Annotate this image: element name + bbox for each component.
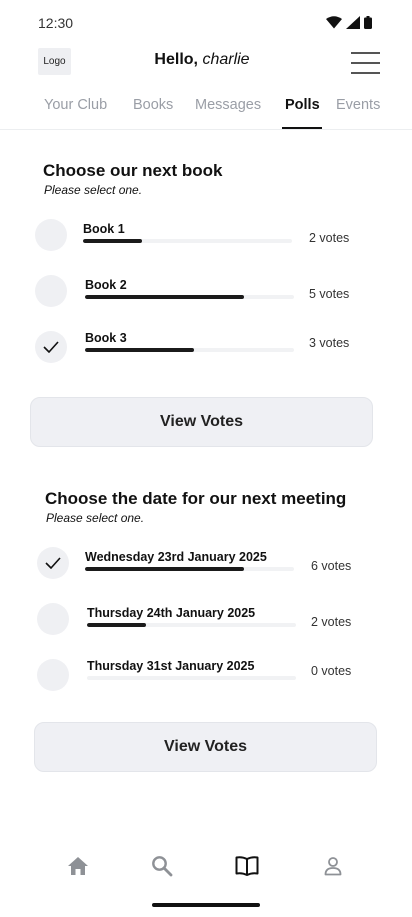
status-bar: 12:30 (0, 0, 412, 46)
nav-home[interactable] (65, 853, 91, 879)
vote-progress-bar (87, 676, 296, 680)
nav-profile[interactable] (320, 853, 346, 879)
option-label: Wednesday 23rd January 2025 (85, 550, 267, 564)
poll-title: Choose the date for our next meeting (45, 489, 347, 508)
status-icons (326, 16, 372, 29)
poll-subtitle: Please select one. (44, 183, 143, 197)
status-time: 12:30 (38, 15, 74, 31)
vote-count: 5 votes (309, 287, 350, 301)
tab-books[interactable]: Books (133, 97, 173, 113)
vote-progress-fill (85, 295, 244, 299)
vote-progress-bar (83, 239, 292, 243)
option-radio[interactable] (37, 659, 69, 691)
home-indicator (152, 903, 260, 907)
book-open-icon (235, 856, 259, 876)
option-label: Book 1 (83, 222, 125, 236)
checkmark-icon (45, 557, 61, 569)
user-icon (324, 857, 342, 876)
vote-count: 0 votes (311, 664, 352, 678)
poll-subtitle: Please select one. (46, 511, 145, 525)
option-label: Book 3 (85, 331, 127, 345)
bottom-nav (0, 848, 412, 884)
vote-progress-fill (85, 567, 244, 571)
tab-polls[interactable]: Polls (285, 97, 320, 113)
nav-search[interactable] (149, 853, 175, 879)
vote-progress-bar (85, 348, 294, 352)
option-radio[interactable] (37, 603, 69, 635)
app-header: Logo Hello, charlie (0, 46, 412, 80)
tab-your-club[interactable]: Your Club (44, 97, 107, 113)
vote-count: 6 votes (311, 559, 352, 573)
vote-progress-bar (85, 295, 294, 299)
option-radio[interactable] (35, 275, 67, 307)
tab-bar: Your Club Books Messages Polls Events (0, 88, 412, 130)
home-icon (68, 857, 88, 875)
vote-progress-fill (85, 348, 194, 352)
vote-count: 2 votes (311, 615, 352, 629)
option-radio-selected[interactable] (35, 331, 67, 363)
vote-progress-bar (87, 623, 296, 627)
search-icon (152, 856, 173, 877)
greeting: Hello, charlie (0, 51, 404, 69)
option-label: Thursday 24th January 2025 (87, 606, 256, 620)
cellular-signal-icon (346, 16, 360, 29)
option-radio[interactable] (35, 219, 67, 251)
view-votes-button[interactable]: View Votes (30, 397, 373, 447)
view-votes-button[interactable]: View Votes (34, 722, 377, 772)
tab-messages[interactable]: Messages (195, 97, 261, 113)
vote-count: 2 votes (309, 231, 350, 245)
battery-icon (364, 16, 372, 29)
vote-progress-bar (85, 567, 294, 571)
vote-progress-fill (83, 239, 142, 243)
option-radio-selected[interactable] (37, 547, 69, 579)
tab-events[interactable]: Events (336, 97, 380, 113)
hamburger-menu-icon[interactable] (351, 52, 380, 74)
vote-progress-fill (87, 623, 146, 627)
greeting-prefix: Hello, (154, 51, 198, 68)
checkmark-icon (43, 341, 59, 353)
wifi-icon (326, 16, 342, 29)
vote-count: 3 votes (309, 336, 350, 350)
user-name: charlie (202, 51, 250, 68)
active-tab-indicator (282, 127, 322, 129)
poll-title: Choose our next book (43, 161, 223, 180)
option-label: Thursday 31st January 2025 (87, 659, 255, 673)
option-label: Book 2 (85, 278, 127, 292)
nav-books[interactable] (234, 853, 260, 879)
